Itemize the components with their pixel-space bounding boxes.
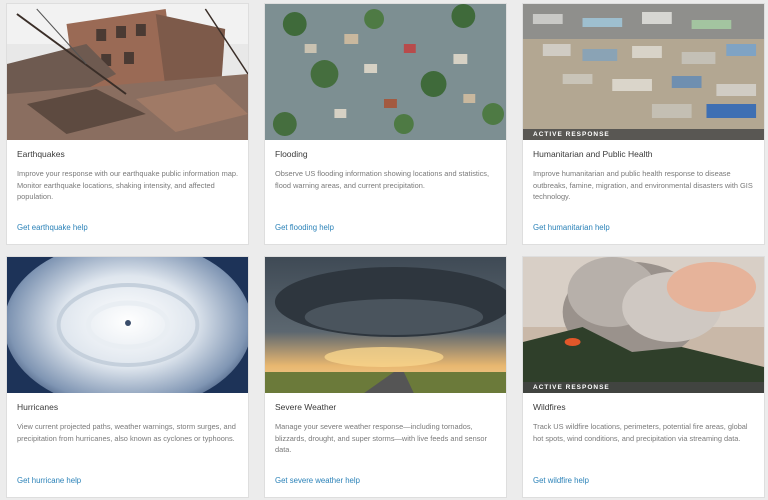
get-wildfire-help-link[interactable]: Get wildfire help — [533, 476, 589, 485]
card-earthquakes: Earthquakes Improve your response with o… — [6, 3, 249, 245]
get-flooding-help-link[interactable]: Get flooding help — [275, 223, 334, 232]
get-hurricane-help-link[interactable]: Get hurricane help — [17, 476, 81, 485]
card-humanitarian: ACTIVE RESPONSE Humanitarian and Public … — [522, 3, 765, 245]
card-title: Earthquakes — [17, 149, 65, 159]
earthquake-image — [7, 4, 248, 140]
get-humanitarian-help-link[interactable]: Get humanitarian help — [533, 223, 610, 232]
card-description: Improve your response with our earthquak… — [17, 169, 239, 201]
severe-weather-image — [265, 257, 506, 393]
active-response-badge: ACTIVE RESPONSE — [523, 382, 764, 393]
wildfire-image: ACTIVE RESPONSE — [523, 257, 764, 393]
card-title: Wildfires — [533, 402, 566, 412]
card-severe-weather: Severe Weather Manage your severe weathe… — [264, 256, 507, 498]
card-description: View current projected paths, weather wa… — [17, 422, 236, 443]
hurricane-image — [7, 257, 248, 393]
card-title: Severe Weather — [275, 402, 337, 412]
card-title: Hurricanes — [17, 402, 59, 412]
card-title: Flooding — [275, 149, 308, 159]
card-hurricanes: Hurricanes View current projected paths,… — [6, 256, 249, 498]
humanitarian-image: ACTIVE RESPONSE — [523, 4, 764, 140]
card-description: Track US wildfire locations, perimeters,… — [533, 422, 748, 443]
card-description: Manage your severe weather response—incl… — [275, 422, 487, 454]
card-description: Improve humanitarian and public health r… — [533, 169, 753, 201]
card-wildfires: ACTIVE RESPONSE Wildfires Track US wildf… — [522, 256, 765, 498]
active-response-badge: ACTIVE RESPONSE — [523, 129, 764, 140]
card-flooding: Flooding Observe US flooding information… — [264, 3, 507, 245]
get-severe-weather-help-link[interactable]: Get severe weather help — [275, 476, 360, 485]
get-earthquake-help-link[interactable]: Get earthquake help — [17, 223, 88, 232]
card-title: Humanitarian and Public Health — [533, 149, 653, 159]
card-description: Observe US flooding information showing … — [275, 169, 490, 190]
flooding-image — [265, 4, 506, 140]
